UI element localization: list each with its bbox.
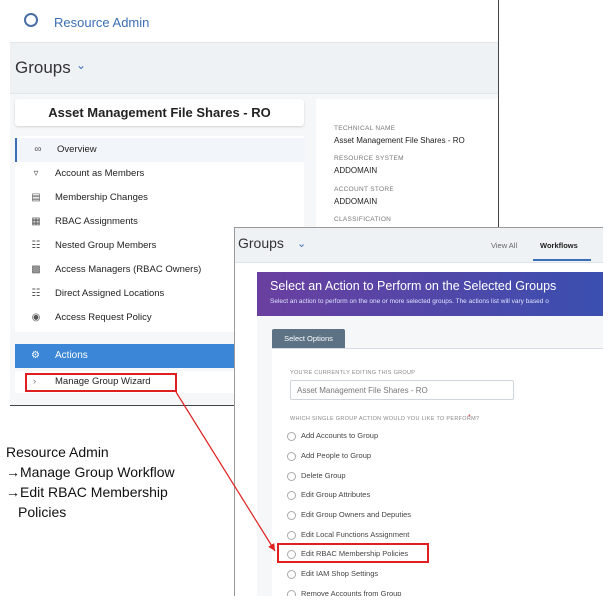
- annotation-line-4: Policies: [18, 504, 67, 520]
- annotation-line-3: →Edit RBAC Membership: [6, 484, 168, 500]
- connector-arrow: [175, 391, 276, 552]
- annotation-line-2: →Manage Group Workflow: [6, 464, 175, 480]
- annotation-line-1: Resource Admin: [6, 444, 109, 460]
